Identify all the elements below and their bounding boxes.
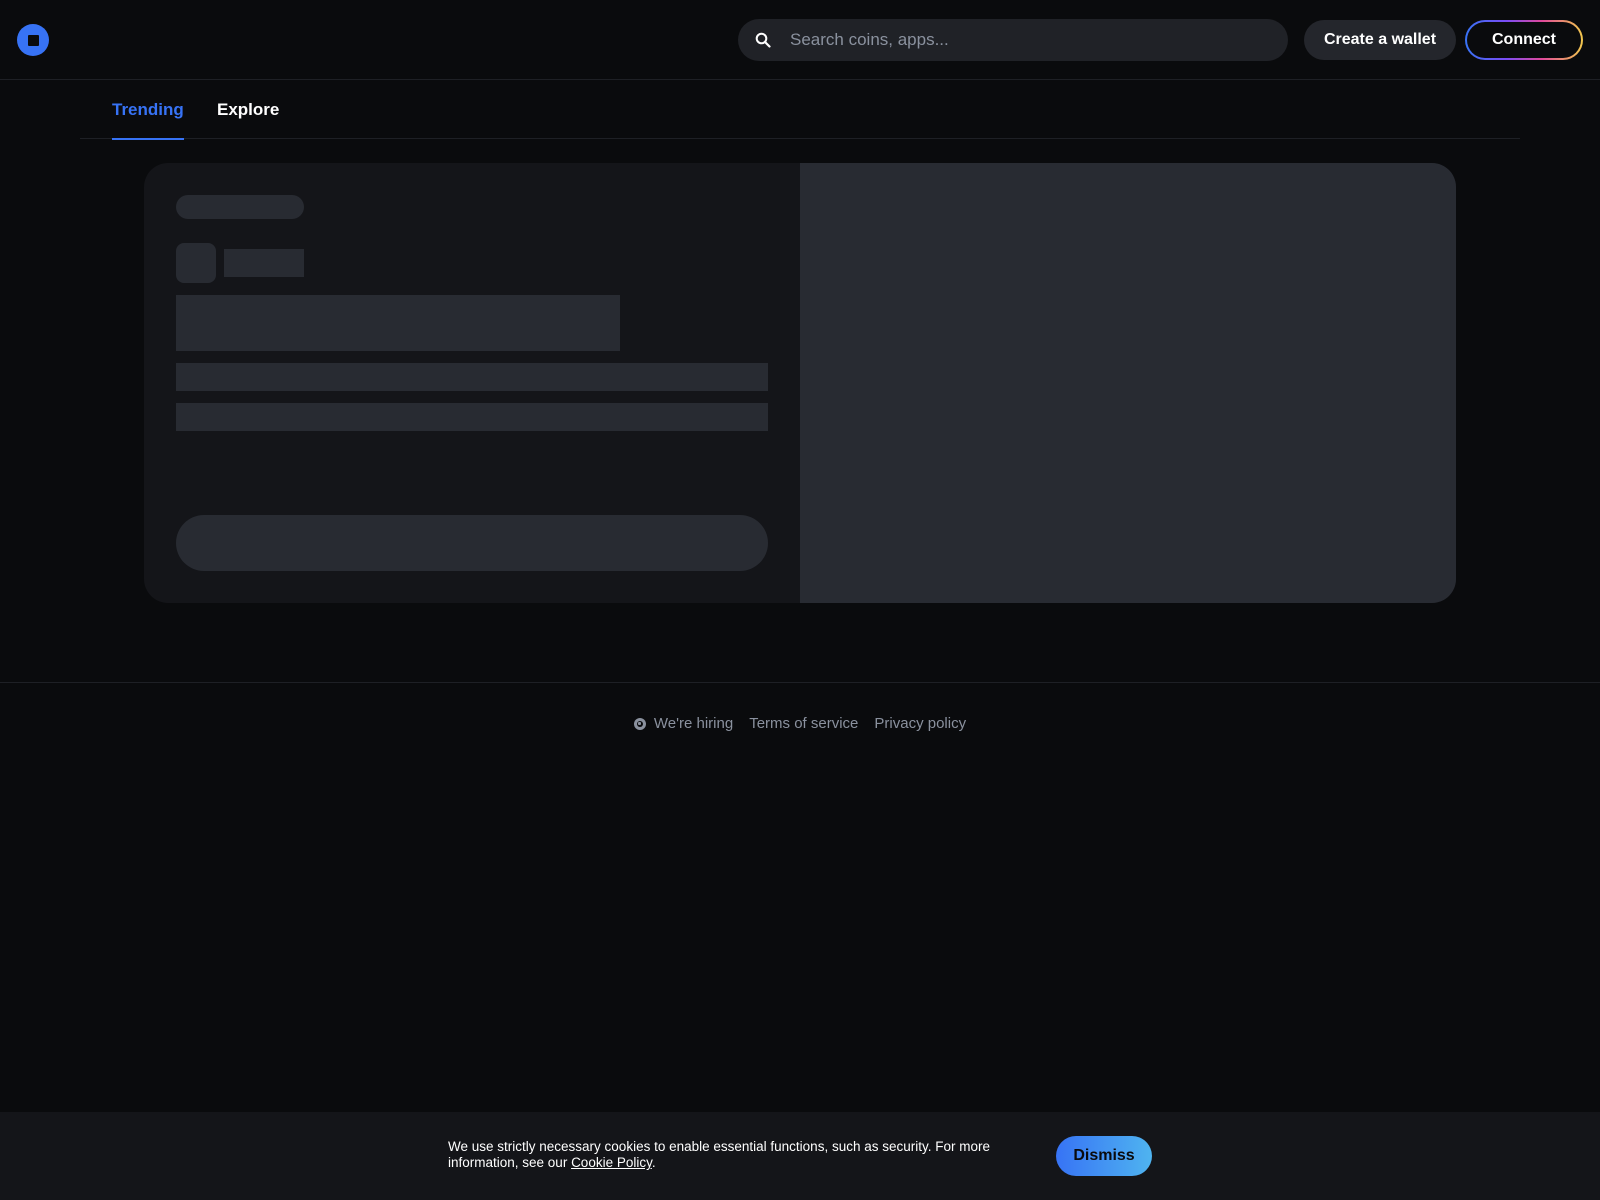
skeleton-image: [800, 163, 1456, 603]
cookie-banner: We use strictly necessary cookies to ena…: [0, 1112, 1600, 1200]
skeleton-title: [176, 295, 620, 351]
search-icon: [755, 32, 771, 48]
footer: We're hiring Terms of service Privacy po…: [0, 682, 1600, 764]
connect-button-border: Connect: [1465, 20, 1583, 60]
hiring-icon: [633, 717, 646, 730]
privacy-policy-link[interactable]: Privacy policy: [874, 715, 966, 732]
search-bar[interactable]: [738, 19, 1288, 61]
skeleton-text-line: [176, 363, 768, 391]
skeleton-text-line: [176, 403, 768, 431]
search-input[interactable]: [790, 30, 1270, 50]
trending-card-skeleton: [144, 163, 1456, 603]
cookie-text: We use strictly necessary cookies to ena…: [448, 1139, 990, 1170]
cookie-message: We use strictly necessary cookies to ena…: [448, 1139, 1048, 1171]
skeleton-button: [176, 515, 768, 571]
dismiss-button[interactable]: Dismiss: [1056, 1136, 1152, 1176]
connect-button[interactable]: Connect: [1467, 22, 1581, 58]
hiring-label: We're hiring: [653, 715, 734, 732]
tab-trending[interactable]: Trending: [112, 80, 184, 140]
tab-bar: Trending Explore: [80, 80, 1520, 140]
footer-links: We're hiring Terms of service Privacy po…: [0, 715, 1600, 732]
skeleton-name: [224, 249, 304, 277]
coinbase-logo-icon[interactable]: [17, 24, 49, 56]
skeleton-avatar: [176, 243, 216, 283]
tab-explore[interactable]: Explore: [217, 80, 279, 139]
cookie-text-end: .: [651, 1155, 656, 1170]
top-header: Create a wallet Connect: [0, 0, 1600, 80]
page: Create a wallet Connect Trending Explore…: [0, 0, 1600, 1200]
create-wallet-button[interactable]: Create a wallet: [1304, 20, 1456, 60]
skeleton-badge: [176, 195, 304, 219]
terms-of-service-link[interactable]: Terms of service: [749, 715, 858, 732]
cookie-policy-link[interactable]: Cookie Policy: [571, 1155, 652, 1170]
hiring-link[interactable]: We're hiring: [633, 715, 734, 732]
